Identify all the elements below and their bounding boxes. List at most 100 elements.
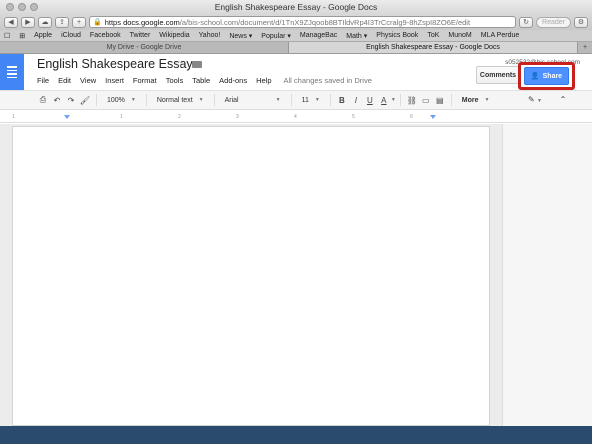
chevron-down-icon: ▼ — [275, 97, 281, 103]
undo-icon[interactable]: ↶ — [50, 96, 64, 105]
menu-add-ons[interactable]: Add-ons — [219, 76, 247, 85]
bookmark-item[interactable]: MLA Perdue — [481, 32, 520, 39]
save-status[interactable]: All changes saved in Drive — [284, 76, 372, 85]
zoom-icon[interactable] — [30, 3, 38, 11]
divider — [329, 94, 331, 106]
menu-insert[interactable]: Insert — [105, 76, 124, 85]
divider — [213, 94, 215, 106]
document-title[interactable]: English Shakespeare Essay — [37, 57, 193, 71]
font-dropdown[interactable]: Arial ▼ — [225, 97, 281, 104]
address-bar[interactable]: 🔒 https docs.google.com /a/bis-school.co… — [89, 16, 517, 28]
docs-home-icon[interactable] — [0, 54, 24, 90]
italic-button[interactable]: I — [349, 96, 363, 105]
share-page-button[interactable]: ⇪ — [55, 16, 69, 28]
collapse-icon[interactable]: ⌃ — [556, 95, 570, 104]
reading-list-icon[interactable]: ☐ — [4, 32, 10, 40]
bookmark-item[interactable]: iCloud — [61, 32, 81, 39]
text-color-button[interactable]: A — [377, 96, 391, 105]
bold-button[interactable]: B — [335, 96, 349, 105]
ruler-number: 1 — [120, 114, 123, 120]
bookmark-item[interactable]: Physics Book — [376, 32, 418, 39]
underline-button[interactable]: U — [363, 96, 377, 105]
ruler-number: 2 — [178, 114, 181, 120]
menu-tools[interactable]: Tools — [166, 76, 184, 85]
lock-icon: 🔒 — [93, 19, 102, 26]
document-page[interactable] — [12, 126, 490, 426]
share-button[interactable]: 👤 Share — [524, 67, 569, 85]
ruler-number: 3 — [236, 114, 239, 120]
menu-help[interactable]: Help — [256, 76, 271, 85]
menu-view[interactable]: View — [80, 76, 96, 85]
star-icon[interactable]: ☆ — [174, 57, 184, 70]
title-bar: English Shakespeare Essay - Google Docs — [0, 0, 592, 14]
image-icon[interactable]: ▤ — [433, 96, 447, 105]
style-dropdown[interactable]: Normal text ▼ — [157, 97, 204, 104]
browser-toolbar: ◀ ▶ ☁ ⇪ + 🔒 https docs.google.com /a/bis… — [0, 14, 592, 30]
top-sites-icon[interactable]: ⊞ — [19, 32, 25, 40]
font-value: Arial — [224, 96, 239, 104]
zoom-dropdown[interactable]: 100% ▼ — [107, 97, 136, 104]
settings-gear-icon[interactable]: ⚙ — [574, 16, 588, 28]
right-margin-panel — [502, 124, 592, 426]
more-button[interactable]: More ▼ — [462, 97, 490, 104]
menu-bar: File Edit View Insert Format Tools Table… — [37, 76, 372, 85]
forward-button[interactable]: ▶ — [21, 16, 35, 28]
bookmark-item[interactable]: Yahoo! — [199, 32, 221, 39]
chevron-down-icon[interactable]: ▼ — [391, 97, 396, 103]
back-button[interactable]: ◀ — [4, 16, 18, 28]
reload-button[interactable]: ↻ — [519, 16, 534, 28]
pencil-icon[interactable]: ✎ ▼ — [528, 95, 542, 104]
menu-file[interactable]: File — [37, 76, 49, 85]
ruler-number: 4 — [294, 114, 297, 120]
bookmarks-bar: ☐ ⊞ Apple iCloud Facebook Twitter Wikipe… — [0, 30, 592, 42]
icloud-tabs-button[interactable]: ☁ — [38, 16, 52, 28]
comments-button[interactable]: Comments — [476, 66, 520, 84]
menu-format[interactable]: Format — [133, 76, 157, 85]
tab-bar: My Drive - Google Drive English Shakespe… — [0, 42, 592, 54]
reader-button[interactable]: Reader — [536, 16, 571, 28]
add-tab-icon[interactable]: + — [578, 42, 592, 53]
paint-format-icon[interactable]: 🖌 — [78, 96, 92, 105]
divider — [96, 94, 97, 106]
chevron-down-icon: ▼ — [130, 97, 136, 103]
comment-icon[interactable]: ▭ — [419, 96, 433, 105]
link-icon[interactable]: ⛓ — [405, 96, 419, 105]
url-scheme: https — [104, 17, 121, 27]
ruler-number: 5 — [352, 114, 355, 120]
more-label: More — [461, 96, 479, 104]
font-size-dropdown[interactable]: 11 ▼ — [302, 97, 320, 104]
chevron-down-icon: ▼ — [314, 97, 320, 103]
people-icon: 👤 — [530, 73, 540, 80]
bookmark-item[interactable]: Popular ▾ — [261, 32, 291, 40]
redo-icon[interactable]: ↷ — [64, 96, 78, 105]
bookmark-item[interactable]: ManageBac — [300, 32, 337, 39]
url-host: docs.google.com — [123, 17, 180, 27]
tab-google-drive[interactable]: My Drive - Google Drive — [0, 42, 289, 53]
new-tab-button[interactable]: + — [72, 16, 86, 28]
bookmark-item[interactable]: Facebook — [90, 32, 121, 39]
ruler-marks: 1 1 2 3 4 5 6 — [12, 114, 492, 120]
divider — [290, 94, 292, 106]
minimize-icon[interactable] — [18, 3, 26, 11]
window-controls — [6, 3, 38, 11]
bookmark-item[interactable]: Apple — [34, 32, 52, 39]
chevron-down-icon: ▼ — [198, 97, 204, 103]
zoom-value: 100% — [107, 96, 125, 104]
folder-icon[interactable] — [192, 61, 202, 68]
menu-table[interactable]: Table — [192, 76, 210, 85]
bookmark-item[interactable]: News ▾ — [229, 32, 252, 40]
tab-google-docs[interactable]: English Shakespeare Essay - Google Docs — [289, 42, 578, 53]
window-title: English Shakespeare Essay - Google Docs — [214, 2, 378, 12]
bookmark-item[interactable]: ToK — [427, 32, 439, 39]
close-icon[interactable] — [6, 3, 14, 11]
bookmark-item[interactable]: MunoM — [448, 32, 471, 39]
chevron-down-icon: ▼ — [484, 97, 490, 103]
url-path: /a/bis-school.com/document/d/1TnX9ZJqoob… — [179, 17, 471, 27]
print-icon[interactable]: ⎙ — [36, 95, 50, 105]
divider — [145, 94, 147, 106]
bookmark-item[interactable]: Twitter — [130, 32, 151, 39]
share-label: Share — [542, 72, 563, 80]
bookmark-item[interactable]: Math ▾ — [346, 32, 367, 40]
bookmark-item[interactable]: Wikipedia — [159, 32, 189, 39]
menu-edit[interactable]: Edit — [58, 76, 71, 85]
